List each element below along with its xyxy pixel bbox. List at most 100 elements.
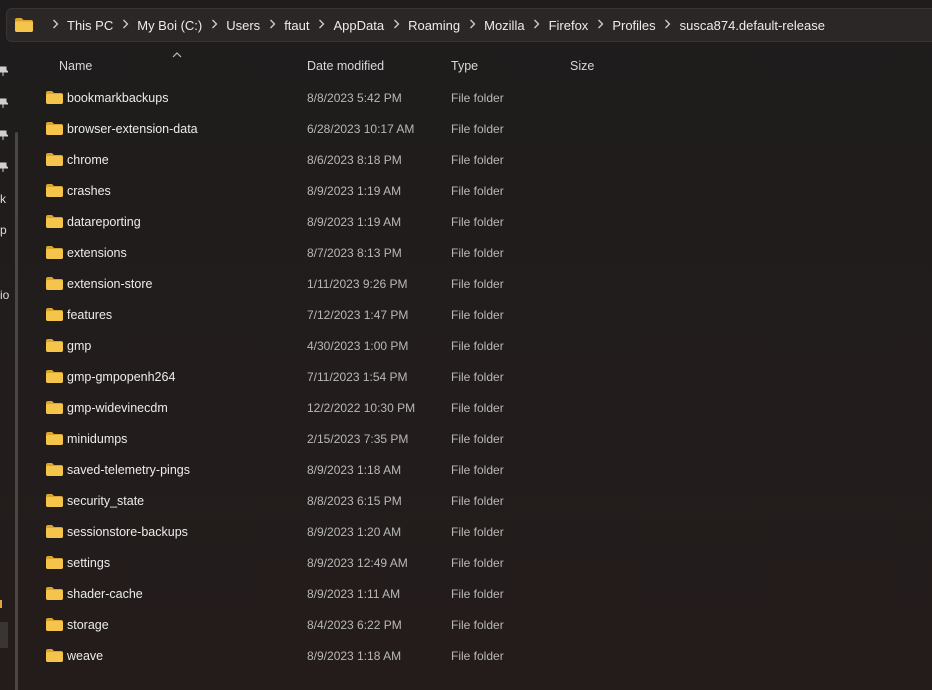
file-name[interactable]: gmp-widevinecdm bbox=[67, 401, 168, 415]
file-name[interactable]: extension-store bbox=[67, 277, 152, 291]
chevron-right-icon[interactable] bbox=[656, 18, 680, 32]
folder-icon bbox=[46, 339, 63, 352]
navigation-pane: k p io bbox=[0, 44, 20, 690]
file-type: File folder bbox=[451, 556, 504, 570]
file-type: File folder bbox=[451, 277, 504, 291]
file-name[interactable]: crashes bbox=[67, 184, 111, 198]
file-name[interactable]: minidumps bbox=[67, 432, 127, 446]
column-header-date[interactable]: Date modified bbox=[307, 59, 384, 73]
file-name[interactable]: bookmarkbackups bbox=[67, 91, 168, 105]
file-name[interactable]: settings bbox=[67, 556, 110, 570]
nav-item-label[interactable]: p bbox=[0, 223, 7, 237]
pin-icon[interactable] bbox=[0, 162, 8, 172]
table-row[interactable]: chrome 8/6/2023 8:18 PM File folder bbox=[30, 145, 932, 176]
chevron-right-icon[interactable] bbox=[588, 18, 612, 32]
folder-icon bbox=[46, 91, 63, 104]
folder-icon bbox=[46, 432, 63, 445]
chevron-right-icon[interactable] bbox=[525, 18, 549, 32]
chevron-right-icon[interactable] bbox=[113, 18, 137, 32]
table-row[interactable]: datareporting 8/9/2023 1:19 AM File folder bbox=[30, 207, 932, 238]
folder-icon bbox=[46, 370, 63, 383]
table-row[interactable]: features 7/12/2023 1:47 PM File folder bbox=[30, 300, 932, 331]
table-row[interactable]: storage 8/4/2023 6:22 PM File folder bbox=[30, 610, 932, 641]
file-name[interactable]: datareporting bbox=[67, 215, 141, 229]
folder-icon bbox=[46, 215, 63, 228]
file-list: bookmarkbackups 8/8/2023 5:42 PM File fold… bbox=[30, 83, 932, 672]
table-row[interactable]: extensions 8/7/2023 8:13 PM File folder bbox=[30, 238, 932, 269]
file-name[interactable]: shader-cache bbox=[67, 587, 143, 601]
date-modified: 8/9/2023 1:19 AM bbox=[307, 215, 402, 229]
folder-icon bbox=[46, 587, 63, 600]
table-row[interactable]: minidumps 2/15/2023 7:35 PM File folder bbox=[30, 424, 932, 455]
date-modified: 7/11/2023 1:54 PM bbox=[307, 370, 408, 384]
nav-item-label[interactable]: io bbox=[0, 288, 9, 302]
table-row[interactable]: sessionstore-backups 8/9/2023 1:20 AM File… bbox=[30, 517, 932, 548]
table-row[interactable]: security_state 8/8/2023 6:15 PM File folde… bbox=[30, 486, 932, 517]
table-row[interactable]: settings 8/9/2023 12:49 AM File folder bbox=[30, 548, 932, 579]
chevron-right-icon[interactable] bbox=[460, 18, 484, 32]
breadcrumb-item[interactable]: Roaming bbox=[408, 18, 460, 33]
chevron-right-icon[interactable] bbox=[43, 18, 67, 32]
date-modified: 7/12/2023 1:47 PM bbox=[307, 308, 409, 322]
breadcrumb-item[interactable]: ftaut bbox=[284, 18, 309, 33]
file-name[interactable]: weave bbox=[67, 649, 103, 663]
folder-icon bbox=[46, 308, 63, 321]
date-modified: 12/2/2022 10:30 PM bbox=[307, 401, 416, 415]
table-row[interactable]: gmp-widevinecdm 12/2/2022 10:30 PM File fo… bbox=[30, 393, 932, 424]
table-row[interactable]: shader-cache 8/9/2023 1:11 AM File folder bbox=[30, 579, 932, 610]
table-row[interactable]: browser-extension-data 6/28/2023 10:17 AM… bbox=[30, 114, 932, 145]
table-row[interactable]: gmp 4/30/2023 1:00 PM File folder bbox=[30, 331, 932, 362]
nav-item-label[interactable]: k bbox=[0, 192, 6, 206]
pin-icon[interactable] bbox=[0, 66, 8, 76]
file-name[interactable]: chrome bbox=[67, 153, 109, 167]
breadcrumb-item[interactable]: This PC bbox=[67, 18, 113, 33]
pin-icon[interactable] bbox=[0, 130, 8, 140]
column-header-row: Name Date modified Type Size bbox=[30, 50, 932, 82]
breadcrumb-item[interactable]: AppData bbox=[333, 18, 384, 33]
date-modified: 8/7/2023 8:13 PM bbox=[307, 246, 402, 260]
folder-icon bbox=[46, 556, 63, 569]
breadcrumb-item[interactable]: Users bbox=[226, 18, 260, 33]
file-name[interactable]: storage bbox=[67, 618, 109, 632]
file-type: File folder bbox=[451, 246, 504, 260]
breadcrumb-item[interactable]: Profiles bbox=[612, 18, 655, 33]
folder-icon bbox=[46, 401, 63, 414]
file-name[interactable]: extensions bbox=[67, 246, 127, 260]
chevron-right-icon[interactable] bbox=[309, 18, 333, 32]
selection-indicator bbox=[0, 600, 2, 608]
file-type: File folder bbox=[451, 432, 504, 446]
folder-icon bbox=[46, 463, 63, 476]
date-modified: 8/9/2023 1:18 AM bbox=[307, 649, 402, 663]
address-bar[interactable]: This PC My Boi (C:) Users ftaut AppData Roami… bbox=[6, 8, 932, 42]
column-header-size[interactable]: Size bbox=[570, 59, 594, 73]
breadcrumb-item[interactable]: Mozilla bbox=[484, 18, 524, 33]
table-row[interactable]: weave 8/9/2023 1:18 AM File folder bbox=[30, 641, 932, 672]
date-modified: 8/9/2023 12:49 AM bbox=[307, 556, 408, 570]
breadcrumb-item[interactable]: susca874.default-release bbox=[680, 18, 825, 33]
table-row[interactable]: bookmarkbackups 8/8/2023 5:42 PM File fold… bbox=[30, 83, 932, 114]
column-header-type[interactable]: Type bbox=[451, 59, 478, 73]
table-row[interactable]: saved-telemetry-pings 8/9/2023 1:18 AM Fil… bbox=[30, 455, 932, 486]
folder-icon bbox=[15, 18, 33, 32]
nav-item-selected[interactable] bbox=[0, 622, 8, 648]
table-row[interactable]: gmp-gmpopenh264 7/11/2023 1:54 PM File fol… bbox=[30, 362, 932, 393]
file-name[interactable]: security_state bbox=[67, 494, 144, 508]
file-name[interactable]: gmp-gmpopenh264 bbox=[67, 370, 175, 384]
file-name[interactable]: gmp bbox=[67, 339, 91, 353]
file-name[interactable]: saved-telemetry-pings bbox=[67, 463, 190, 477]
breadcrumb-item[interactable]: Firefox bbox=[549, 18, 589, 33]
chevron-right-icon[interactable] bbox=[202, 18, 226, 32]
date-modified: 1/11/2023 9:26 PM bbox=[307, 277, 408, 291]
table-row[interactable]: crashes 8/9/2023 1:19 AM File folder bbox=[30, 176, 932, 207]
file-name[interactable]: sessionstore-backups bbox=[67, 525, 188, 539]
file-name[interactable]: features bbox=[67, 308, 112, 322]
file-type: File folder bbox=[451, 401, 504, 415]
pin-icon[interactable] bbox=[0, 98, 8, 108]
file-name[interactable]: browser-extension-data bbox=[67, 122, 198, 136]
table-row[interactable]: extension-store 1/11/2023 9:26 PM File fol… bbox=[30, 269, 932, 300]
breadcrumb-item[interactable]: My Boi (C:) bbox=[137, 18, 202, 33]
nav-scrollbar[interactable] bbox=[15, 132, 18, 690]
chevron-right-icon[interactable] bbox=[260, 18, 284, 32]
chevron-right-icon[interactable] bbox=[384, 18, 408, 32]
column-header-name[interactable]: Name bbox=[59, 59, 92, 73]
